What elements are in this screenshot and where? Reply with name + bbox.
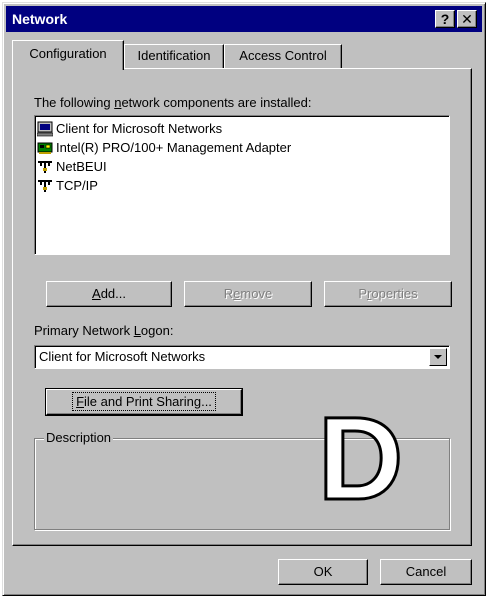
primary-logon-select[interactable]: Client for Microsoft Networks xyxy=(34,345,450,369)
protocol-icon xyxy=(38,179,52,192)
title-bar[interactable]: Network ? ✕ xyxy=(6,6,482,32)
tab-identification[interactable]: Identification xyxy=(124,44,224,69)
protocol-icon xyxy=(38,160,52,173)
cancel-button[interactable]: Cancel xyxy=(380,559,472,585)
window-title: Network xyxy=(12,11,68,27)
tab-access-control[interactable]: Access Control xyxy=(224,44,342,69)
overlay-letter: D xyxy=(316,393,404,525)
network-client-icon xyxy=(37,121,53,136)
network-adapter-icon xyxy=(37,142,53,154)
components-label: The following network components are ins… xyxy=(34,95,312,110)
add-button[interactable]: Add... xyxy=(46,281,172,307)
properties-button[interactable]: Properties xyxy=(324,281,452,307)
list-item[interactable]: NetBEUI xyxy=(37,157,447,176)
primary-logon-value: Client for Microsoft Networks xyxy=(39,349,206,364)
list-item[interactable]: Intel(R) PRO/100+ Management Adapter xyxy=(37,138,447,157)
description-title: Description xyxy=(44,430,114,445)
chevron-down-icon[interactable] xyxy=(429,348,447,366)
list-item[interactable]: TCP/IP xyxy=(37,176,447,195)
ok-button[interactable]: OK xyxy=(278,559,368,585)
list-item[interactable]: Client for Microsoft Networks xyxy=(37,119,447,138)
close-button[interactable]: ✕ xyxy=(457,10,477,28)
remove-button[interactable]: Remove xyxy=(184,281,312,307)
logon-label: Primary Network Logon: xyxy=(34,323,174,338)
tab-configuration[interactable]: Configuration xyxy=(12,40,124,70)
components-list[interactable]: Client for Microsoft Networks Intel(R) P… xyxy=(34,115,450,255)
help-button[interactable]: ? xyxy=(435,10,455,28)
file-and-print-sharing-button[interactable]: File and Print Sharing... xyxy=(45,388,243,416)
